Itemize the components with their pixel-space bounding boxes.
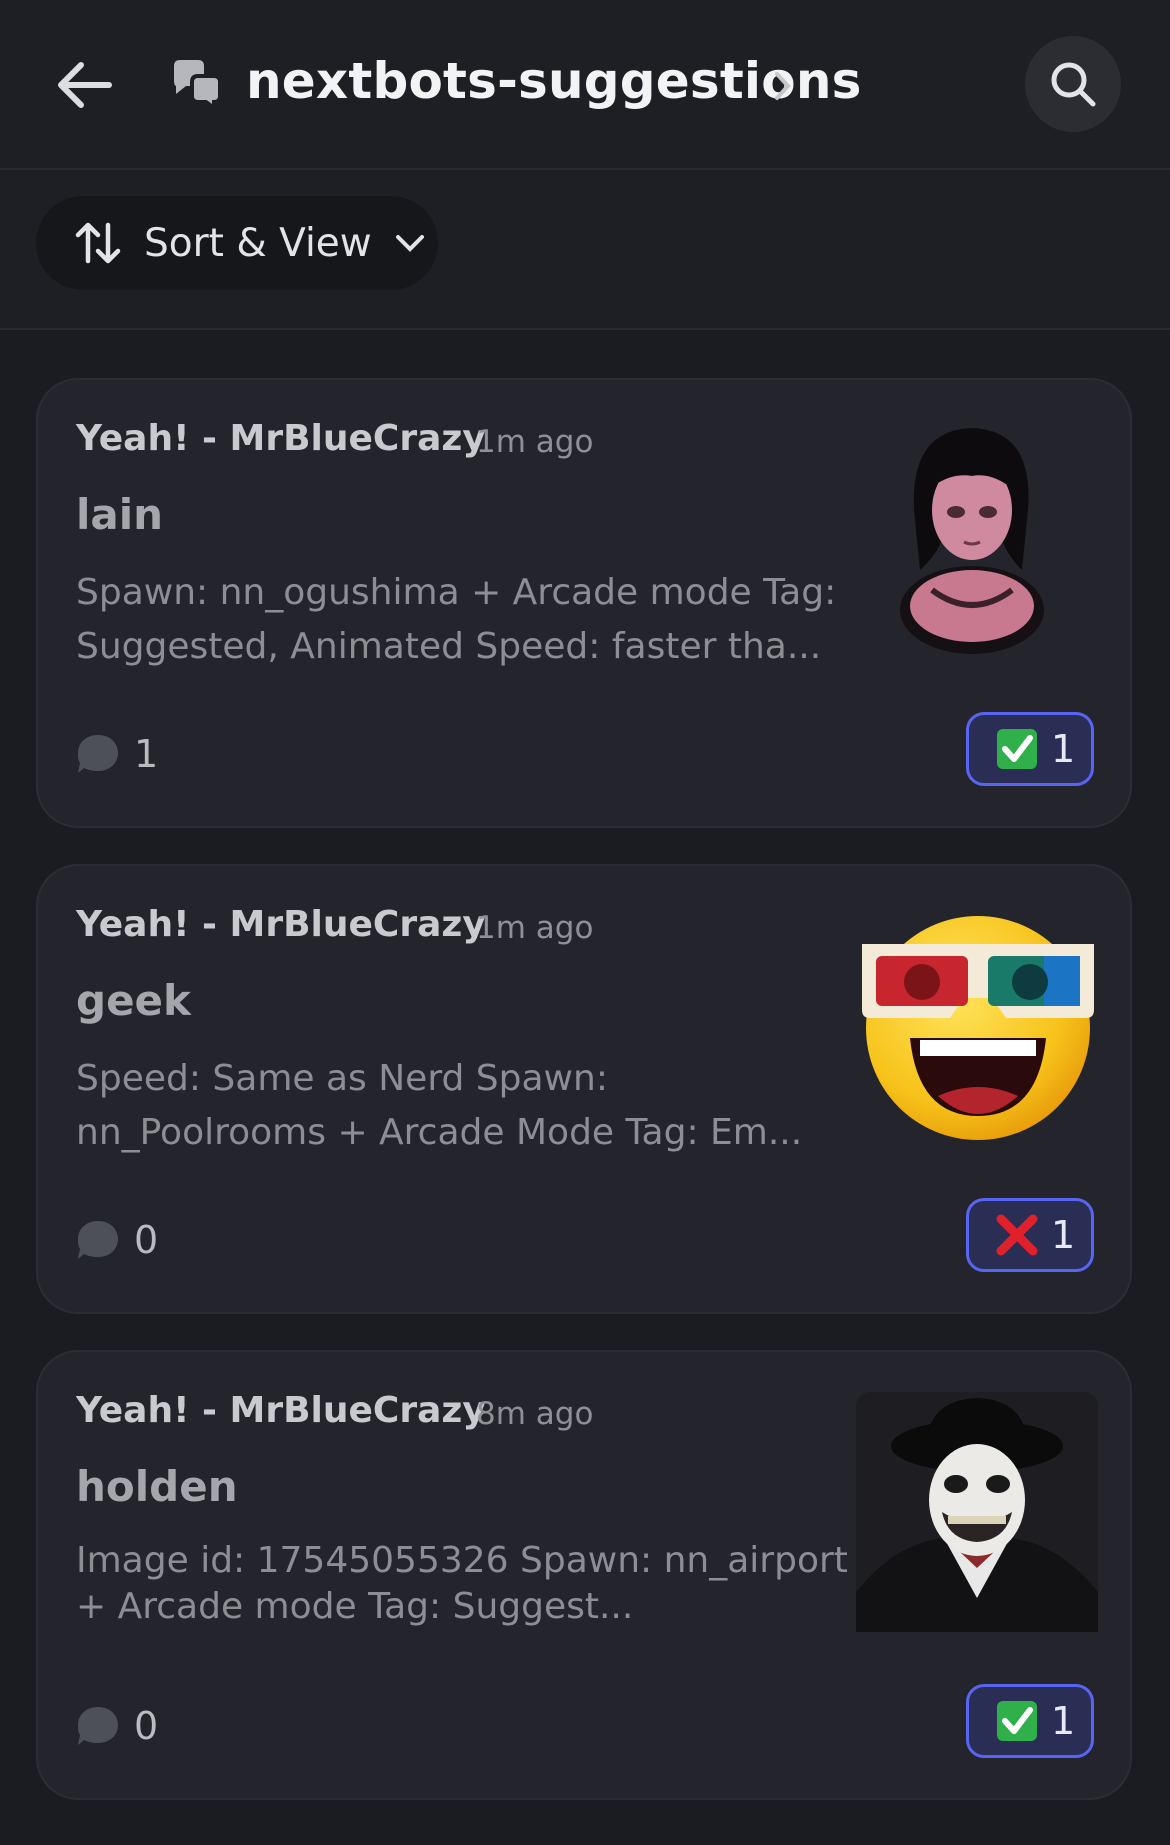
post-preview: Spawn: nn_ogushima + Arcade mode Tag: Su… [76, 572, 837, 667]
chevron-down-icon [395, 235, 424, 252]
check-mark-icon [997, 1701, 1037, 1741]
forum-post-card[interactable]: Yeah! - MrBlueCrazy 8m ago holden Image … [36, 1350, 1132, 1800]
sort-view-button[interactable]: Sort & View [36, 196, 438, 290]
post-thumbnail[interactable] [892, 420, 1052, 658]
post-author: Yeah! - MrBlueCrazy [76, 1390, 486, 1431]
comment-count: 1 [76, 732, 158, 776]
post-preview: Image id: 17545055326 Spawn: nn_airport … [76, 1540, 848, 1627]
channel-header: nextbots-suggestions [0, 0, 1170, 170]
search-button[interactable] [1025, 36, 1121, 132]
reaction-count: 1 [1051, 727, 1076, 771]
post-author: Yeah! - MrBlueCrazy [76, 418, 486, 459]
post-title: lain [76, 490, 164, 539]
back-button[interactable] [52, 50, 116, 120]
comment-count: 0 [76, 1218, 158, 1262]
post-thumbnail[interactable] [858, 906, 1098, 1142]
post-title: geek [76, 976, 191, 1025]
search-icon [1051, 62, 1096, 107]
sort-view-label: Sort & View [144, 220, 372, 266]
chevron-right-icon[interactable] [772, 68, 794, 104]
forum-post-card[interactable]: Yeah! - MrBlueCrazy 1m ago geek Speed: S… [36, 864, 1132, 1314]
post-title: holden [76, 1462, 238, 1511]
post-timestamp: 1m ago [476, 424, 594, 460]
post-thumbnail[interactable] [856, 1392, 1098, 1632]
forum-post-card[interactable]: Yeah! - MrBlueCrazy 1m ago lain Spawn: n… [36, 378, 1132, 828]
post-preview: Speed: Same as Nerd Spawn: nn_Poolrooms … [76, 1058, 803, 1153]
speech-bubble-icon [78, 1221, 118, 1259]
reaction-count: 1 [1051, 1213, 1076, 1257]
cross-mark-icon [996, 1214, 1038, 1256]
comment-count: 0 [76, 1704, 158, 1748]
speech-bubble-icon [78, 1707, 118, 1745]
post-timestamp: 1m ago [476, 910, 594, 946]
reaction-button[interactable]: 1 [966, 1684, 1094, 1758]
reaction-button[interactable]: 1 [966, 1198, 1094, 1272]
sort-bar: Sort & View [0, 170, 1170, 330]
post-author: Yeah! - MrBlueCrazy [76, 904, 486, 945]
channel-title[interactable]: nextbots-suggestions [246, 52, 862, 110]
speech-bubble-icon [78, 735, 118, 773]
sort-arrows-icon [75, 222, 121, 264]
post-timestamp: 8m ago [476, 1396, 594, 1432]
reaction-count: 1 [1051, 1699, 1076, 1743]
forum-channel-icon [168, 58, 224, 112]
reaction-button[interactable]: 1 [966, 712, 1094, 786]
check-mark-icon [997, 729, 1037, 769]
arrow-left-icon [58, 62, 112, 108]
